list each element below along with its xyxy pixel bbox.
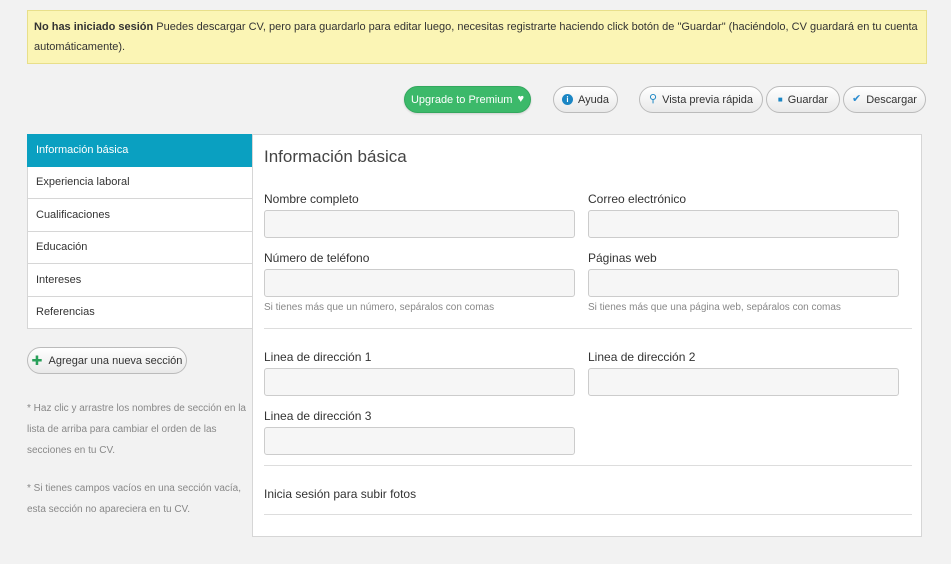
photo-login-link[interactable]: Inicia sesión para subir fotos — [264, 487, 416, 501]
phone-input[interactable] — [264, 269, 575, 297]
quick-preview-button[interactable]: ⚲ Vista previa rápida — [639, 86, 763, 113]
divider — [264, 514, 912, 515]
sidebar-item-basic-info[interactable]: Información básica — [27, 134, 253, 167]
basic-info-panel: Información básica Nombre completo Corre… — [252, 134, 922, 537]
toolbar: Upgrade to Premium ♥ i Ayuda ⚲ Vista pre… — [0, 86, 951, 114]
save-icon: ■ — [777, 94, 783, 104]
full-name-label: Nombre completo — [264, 192, 359, 206]
info-icon: i — [562, 94, 573, 105]
save-label: Guardar — [787, 93, 829, 106]
check-icon: ✔ — [852, 93, 862, 105]
section-list: Información básica Experiencia laboral C… — [27, 134, 253, 329]
divider — [264, 328, 912, 329]
add-section-label: Agregar una nueva sección — [48, 354, 183, 367]
web-input[interactable] — [588, 269, 899, 297]
full-name-input[interactable] — [264, 210, 575, 238]
sidebar-item-label: Experiencia laboral — [36, 176, 130, 189]
heart-icon: ♥ — [517, 93, 525, 105]
sidebar-item-work-experience[interactable]: Experiencia laboral — [27, 166, 253, 199]
alert-title: No has iniciado sesión — [34, 21, 154, 33]
sidebar-item-interests[interactable]: Intereses — [27, 264, 253, 297]
empty-section-hint: * Si tienes campos vacíos en una sección… — [27, 483, 242, 515]
sidebar-item-education[interactable]: Educación — [27, 231, 253, 264]
web-help-text: Si tienes más que una página web, sepára… — [588, 302, 841, 313]
add-section-button[interactable]: ✚ Agregar una nueva sección — [27, 347, 187, 374]
login-alert: No has iniciado sesión Puedes descargar … — [27, 10, 927, 64]
address-line-1-input[interactable] — [264, 368, 575, 396]
download-label: Descargar — [866, 93, 917, 106]
upgrade-premium-button[interactable]: Upgrade to Premium ♥ — [404, 86, 531, 113]
sidebar-item-qualifications[interactable]: Cualificaciones — [27, 199, 253, 232]
sidebar-item-label: Cualificaciones — [36, 208, 110, 221]
panel-title: Información básica — [264, 147, 407, 166]
phone-help-text: Si tienes más que un número, sepáralos c… — [264, 302, 495, 313]
sidebar-item-references[interactable]: Referencias — [27, 296, 253, 329]
sidebar-item-label: Información básica — [36, 144, 129, 157]
email-input[interactable] — [588, 210, 899, 238]
search-icon: ⚲ — [649, 93, 658, 105]
divider — [264, 465, 912, 466]
email-label: Correo electrónico — [588, 192, 687, 206]
address-line-2-input[interactable] — [588, 368, 899, 396]
address-line-1-label: Linea de dirección 1 — [264, 350, 372, 364]
address-line-3-label: Linea de dirección 3 — [264, 409, 372, 423]
phone-label: Número de teléfono — [264, 251, 370, 265]
address-line-2-label: Linea de dirección 2 — [588, 350, 696, 364]
help-label: Ayuda — [578, 93, 609, 106]
sidebar-item-label: Referencias — [36, 306, 95, 319]
address-line-3-input[interactable] — [264, 427, 575, 455]
save-button[interactable]: ■ Guardar — [766, 86, 840, 113]
sidebar-item-label: Intereses — [36, 273, 82, 286]
quick-preview-label: Vista previa rápida — [662, 93, 753, 106]
alert-message: Puedes descargar CV, pero para guardarlo… — [34, 21, 918, 53]
upgrade-premium-label: Upgrade to Premium — [410, 93, 513, 106]
sidebar-item-label: Educación — [36, 241, 88, 254]
help-button[interactable]: i Ayuda — [553, 86, 618, 113]
download-button[interactable]: ✔ Descargar — [843, 86, 926, 113]
plus-icon: ✚ — [31, 352, 43, 368]
web-label: Páginas web — [588, 251, 657, 265]
reorder-hint: * Haz clic y arrastre los nombres de sec… — [27, 403, 246, 456]
